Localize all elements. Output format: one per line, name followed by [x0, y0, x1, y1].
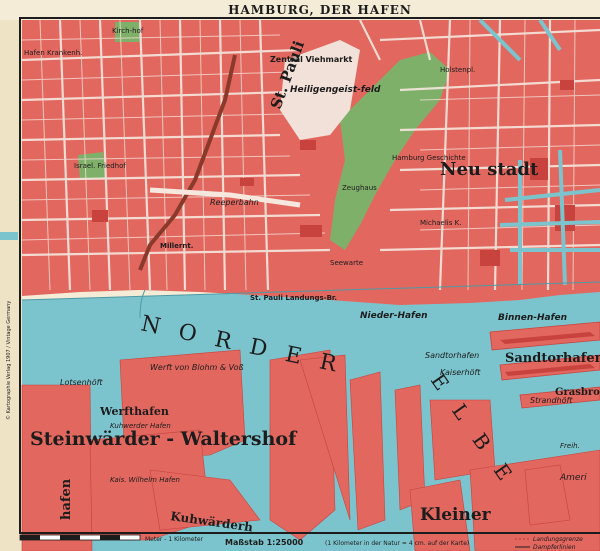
label-zeughaus: Zeughaus: [342, 184, 377, 192]
scale-title: Maßstab 1:25000: [225, 538, 304, 547]
label-holstenplatz: Holstenpl.: [440, 66, 475, 74]
label-michaelis: Michaelis K.: [420, 219, 461, 227]
edge-tab-marker: [0, 232, 18, 240]
label-sandtorhafen: Sandtorhafen: [505, 351, 600, 366]
label-nieder-hafen: Nieder-Hafen: [360, 311, 427, 321]
label-kirchhof: Kirch-hof: [112, 27, 144, 35]
label-binnen-hafen: Binnen-Hafen: [498, 313, 567, 323]
label-amerika: Ameri: [559, 473, 587, 483]
legend-landungsgrenze: Landungsgrenze: [533, 536, 583, 543]
scale-units: Meter - 1 Kilometer: [145, 536, 204, 543]
map-canvas: HAMBURG, DER HAFEN St. Pauli Neu stadt H…: [0, 0, 600, 551]
map-title: HAMBURG, DER HAFEN: [228, 3, 412, 17]
map-left-border: [0, 20, 22, 551]
label-kaiser-wilhelm-hafen: Kais. Wilhelm Hafen: [110, 476, 180, 484]
label-reeperbahn: Reeperbahn: [210, 198, 259, 207]
label-kaiserhoeft: Kaiserhöft: [440, 368, 481, 377]
label-steinwaerder: Steinwärder - Waltershof: [30, 428, 298, 450]
label-millerntor: Millernt.: [160, 242, 193, 250]
label-heiligengeistfeld: Heiligengeist-feld: [290, 85, 381, 95]
label-israel-friedhof: Israel. Friedhof: [74, 162, 126, 170]
label-lotsenhoeft: Lotsenhöft: [60, 378, 103, 387]
label-neustadt: Neu stadt: [440, 159, 539, 180]
label-freihafen: Freih.: [560, 442, 580, 450]
credit-text: © Kartographie Verlag 1907 / Vintage Ger…: [5, 301, 12, 420]
label-hamburg-geschichte: Hamburg Geschichte: [392, 154, 466, 162]
historic-harbor-map: HAMBURG, DER HAFEN St. Pauli Neu stadt H…: [0, 0, 600, 551]
label-hafen-krankenhaus: Hafen Krankenh.: [24, 49, 82, 57]
label-zentral-viehmarkt: Zentral Viehmarkt: [270, 55, 353, 64]
legend-dampferlinien: Dampferlinien: [533, 544, 576, 551]
label-seewarte: Seewarte: [330, 259, 363, 267]
label-kleiner: Kleiner: [420, 505, 492, 525]
label-grasbrook: Grasbrook: [555, 387, 600, 398]
label-sandtorhoeft: Sandtorhafen: [425, 351, 479, 360]
park-small-east: [410, 58, 436, 84]
label-hafen-west: hafen: [59, 478, 74, 520]
label-werft: Werft von Blohm & Voß: [150, 363, 244, 372]
label-werfthafen: Werfthafen: [99, 405, 169, 418]
scale-bar: [19, 534, 141, 541]
scale-note: (1 Kilometer in der Natur = 4 cm. auf de…: [325, 540, 469, 547]
label-landungsbruecken: St. Pauli Landungs-Br.: [250, 294, 337, 302]
